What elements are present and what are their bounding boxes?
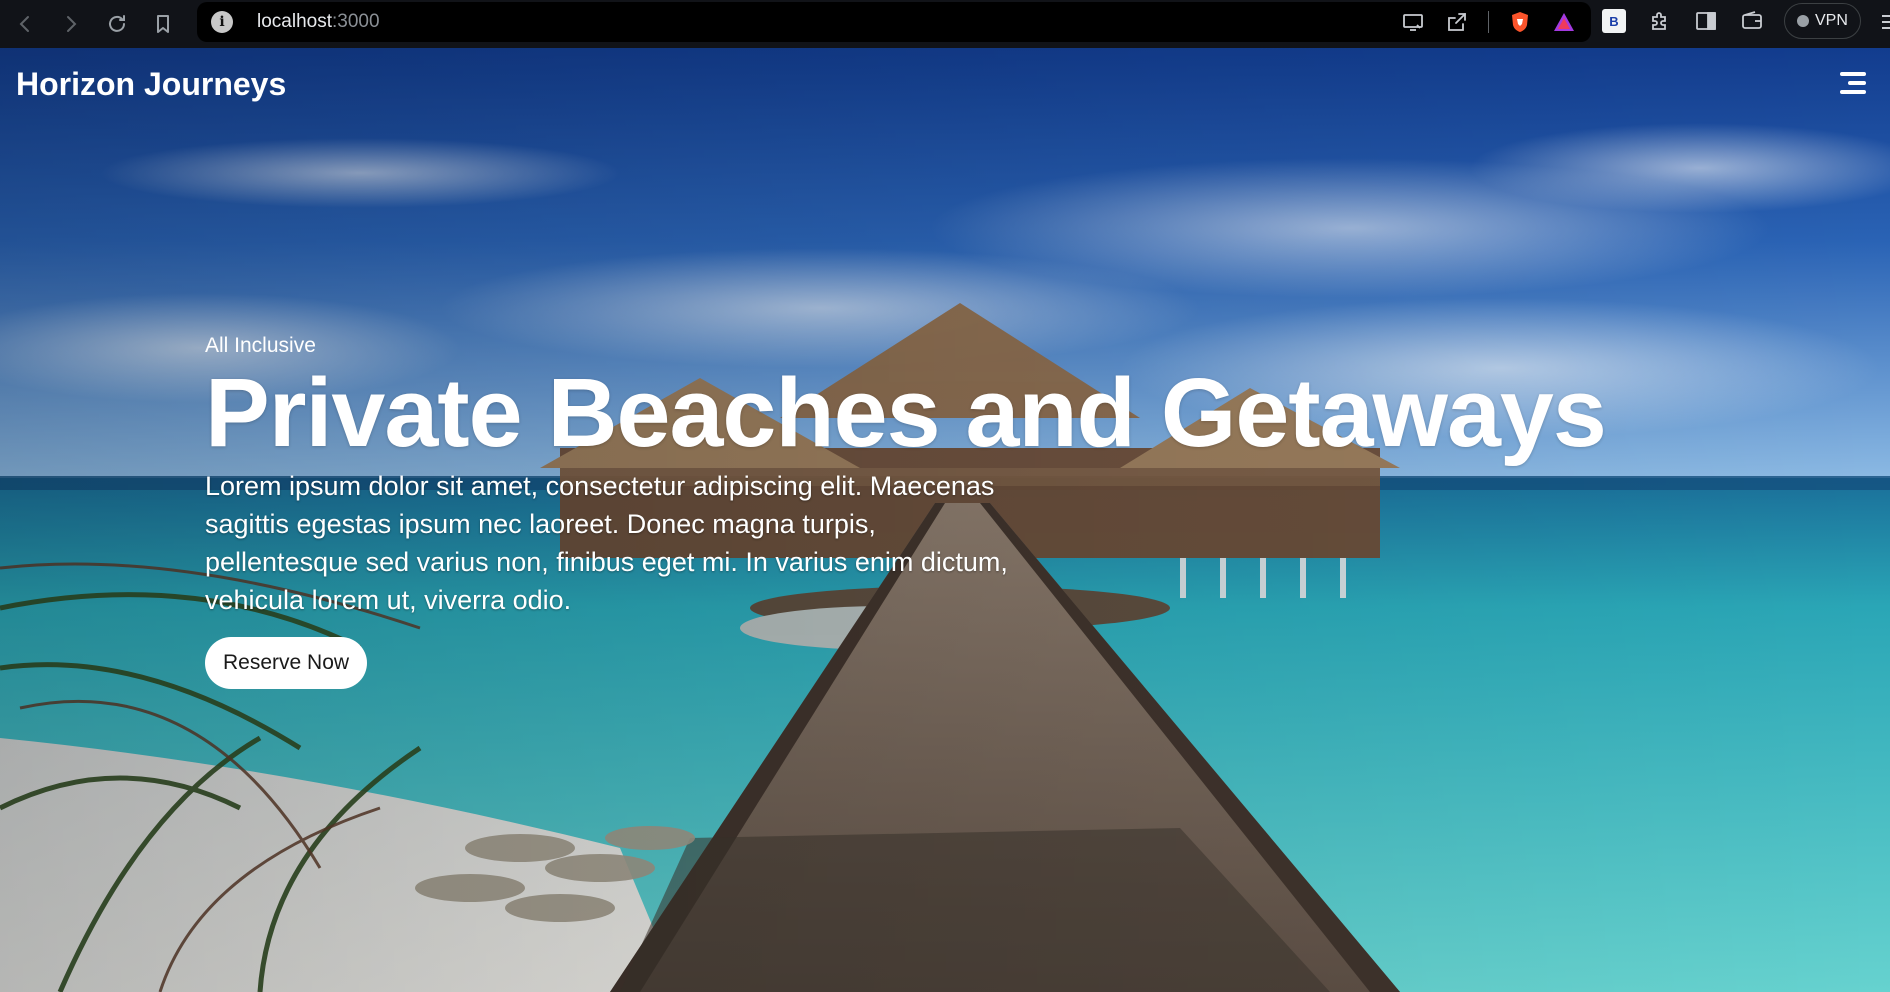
vpn-button[interactable]: VPN	[1784, 3, 1861, 39]
extension-badge-icon[interactable]: B	[1600, 7, 1628, 35]
share-icon[interactable]	[1444, 9, 1470, 35]
hero-content: All Inclusive Private Beaches and Getawa…	[205, 334, 1665, 689]
rewards-triangle-icon[interactable]	[1551, 9, 1577, 35]
reload-icon[interactable]	[94, 4, 140, 44]
vpn-label: VPN	[1815, 12, 1848, 29]
site-logo[interactable]: Horizon Journeys	[16, 66, 286, 103]
browser-menu-icon[interactable]	[1880, 12, 1890, 32]
reserve-now-button[interactable]: Reserve Now	[205, 637, 368, 689]
browser-toolbar: i localhost:3000 B VPN	[0, 0, 1890, 48]
sidebar-icon[interactable]	[1692, 7, 1720, 35]
hamburger-menu-icon[interactable]	[1838, 72, 1866, 96]
hero-description: Lorem ipsum dolor sit amet, consectetur …	[205, 471, 1008, 615]
address-bar[interactable]: i localhost:3000	[197, 2, 1591, 42]
wallet-icon[interactable]	[1738, 7, 1766, 35]
hero-section: Horizon Journeys All Inclusive Private B…	[0, 48, 1890, 992]
puzzle-icon[interactable]	[1646, 7, 1674, 35]
bookmark-icon[interactable]	[140, 4, 186, 44]
url-host: localhost	[257, 11, 332, 32]
info-icon[interactable]: i	[211, 11, 233, 33]
brave-shield-icon[interactable]	[1507, 9, 1533, 35]
hero-eyebrow: All Inclusive	[205, 334, 316, 357]
back-arrow-icon[interactable]	[2, 4, 48, 44]
hero-title: Private Beaches and Getaways	[205, 358, 1607, 467]
url-port: :3000	[332, 11, 380, 32]
extension-badge-label: B	[1602, 9, 1626, 33]
cast-icon[interactable]	[1400, 9, 1426, 35]
vpn-status-icon	[1797, 15, 1809, 27]
toolbar-divider	[1488, 11, 1489, 33]
forward-arrow-icon[interactable]	[48, 4, 94, 44]
